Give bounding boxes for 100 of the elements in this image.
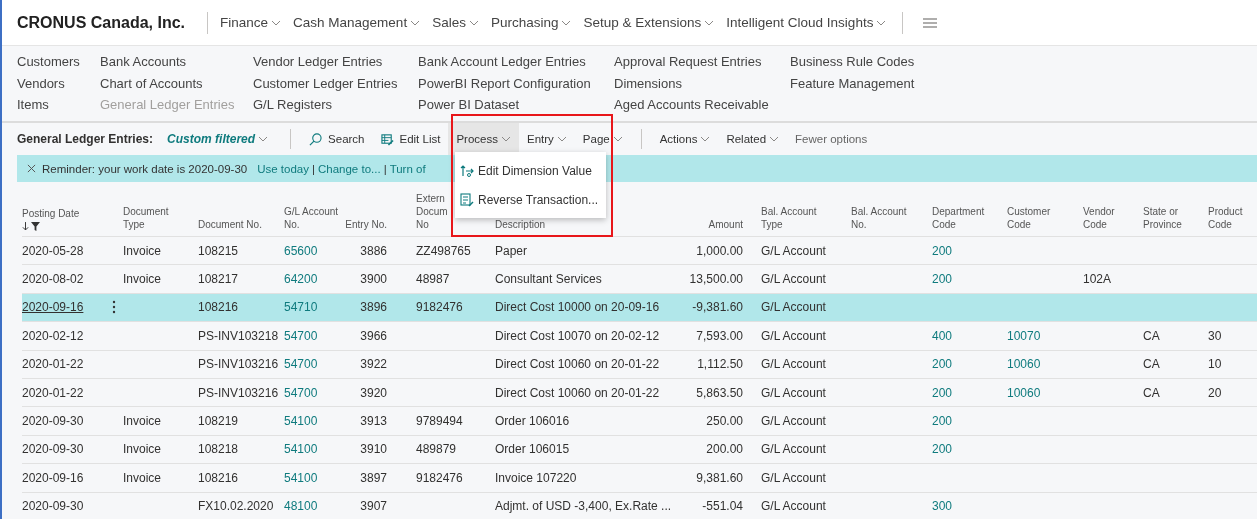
table-cell[interactable]: 54100 <box>284 414 318 429</box>
table-cell[interactable]: 2020-01-22 <box>22 357 84 372</box>
menu-button[interactable]: Actions <box>651 123 719 155</box>
menu-item[interactable]: Reverse Transaction... <box>455 185 606 214</box>
table-cell[interactable]: 2020-09-16 <box>22 300 84 315</box>
table-row[interactable]: 2020-09-30 FX10.02.2020 48100 3907 Adjmt. of USD -3,400, Ex.Rate ... -551.04 G/L Account 300 <box>22 492 1257 519</box>
table-cell[interactable]: 2020-05-28 <box>22 243 84 258</box>
menu-button[interactable]: Process <box>448 123 519 155</box>
column-header[interactable]: Vendor Code <box>1083 205 1143 231</box>
table-cell[interactable]: 54700 <box>284 328 318 343</box>
table-cell: 3886 <box>360 243 387 258</box>
column-header[interactable]: State or Province <box>1143 205 1208 231</box>
table-cell: 30 <box>1208 328 1222 343</box>
table-cell[interactable]: 54700 <box>284 385 318 400</box>
nav-link[interactable]: G/L Registers <box>253 94 418 116</box>
table-row[interactable]: 2020-01-22 PS-INV103216 54700 3922 Direct Cost 10060 on 20-01-22 1,112.50 G/L Account 200 10060 CA 10 <box>22 350 1257 379</box>
table-cell[interactable]: 2020-09-30 <box>22 499 84 514</box>
column-header[interactable]: Department Code <box>932 205 1007 231</box>
nav-link[interactable]: Chart of Accounts <box>100 72 253 94</box>
selected-row[interactable]: 2020-09-16 108216 54710 3896 9182476 Direct Cost 10000 on 20-09-16 -9,381.60 G/L Account <box>22 293 1257 323</box>
menu-button[interactable]: Related <box>718 123 788 155</box>
column-header[interactable]: G/L Account No. <box>284 205 344 231</box>
table-cell: 7,593.00 <box>696 328 743 343</box>
table-cell: G/L Account <box>761 414 826 429</box>
table-row[interactable]: 2020-09-30 Invoice 108219 54100 3913 9789494 Order 106016 250.00 G/L Account 200 <box>22 407 1257 436</box>
table-cell[interactable]: 2020-09-30 <box>22 442 84 457</box>
nav-link[interactable]: Items <box>17 94 100 116</box>
nav-link[interactable]: Bank Account Ledger Entries <box>418 51 614 73</box>
column-header[interactable]: Entry No. <box>345 218 387 231</box>
table-row[interactable]: 2020-09-16 Invoice 108216 54100 3897 9182476 Invoice 107220 9,381.60 G/L Account <box>22 464 1257 493</box>
table-cell: Consultant Services <box>495 272 602 287</box>
column-header[interactable]: Posting Date <box>22 207 100 220</box>
table-cell[interactable]: 2020-09-30 <box>22 414 84 429</box>
column-header[interactable]: Customer Code <box>1007 205 1083 231</box>
fewer-options-button[interactable]: Fewer options <box>787 123 876 155</box>
nav-link[interactable]: Dimensions <box>614 72 790 94</box>
table-cell[interactable]: 54100 <box>284 470 318 485</box>
table-row[interactable]: 2020-05-28 Invoice 108215 65600 3886 ZZ498765 Paper 1,000.00 G/L Account 200 <box>22 237 1257 266</box>
table-cell[interactable]: 200 <box>932 243 953 258</box>
nav-link[interactable]: Vendors <box>17 72 100 94</box>
nav-menu[interactable]: Cash Management <box>293 15 421 30</box>
nav-link[interactable]: Feature Management <box>790 72 915 94</box>
table-cell[interactable]: 65600 <box>284 243 318 258</box>
nav-link[interactable]: Aged Accounts Receivable <box>614 94 790 116</box>
column-header[interactable]: Description <box>495 218 660 231</box>
table-cell[interactable]: 200 <box>932 272 953 287</box>
table-cell[interactable]: 2020-02-12 <box>22 328 84 343</box>
nav-menu[interactable]: Purchasing <box>490 15 572 30</box>
table-cell[interactable]: 200 <box>932 414 953 429</box>
nav-link[interactable]: Bank Accounts <box>100 51 253 73</box>
table-cell[interactable]: 48100 <box>284 499 318 514</box>
table-cell[interactable]: 2020-01-22 <box>22 385 84 400</box>
column-header[interactable]: Bal. Account No. <box>851 205 932 231</box>
table-row[interactable]: 2020-01-22 PS-INV103216 54700 3920 Direct Cost 10060 on 20-01-22 5,863.50 G/L Account 200 10060 CA 20 <box>22 378 1257 408</box>
table-cell[interactable]: 200 <box>932 385 953 400</box>
table-cell[interactable]: 54710 <box>284 300 318 315</box>
nav-menu[interactable]: Finance <box>220 15 282 30</box>
toolbar-button[interactable]: Edit List <box>372 123 449 155</box>
column-header[interactable]: Amount <box>708 218 743 231</box>
nav-link[interactable]: Vendor Ledger Entries <box>253 51 418 73</box>
table-cell: CA <box>1143 357 1160 372</box>
column-header[interactable]: Document No. <box>198 218 284 231</box>
table-cell[interactable]: 54700 <box>284 357 318 372</box>
table-cell[interactable]: 64200 <box>284 272 318 287</box>
table-row[interactable]: 2020-02-12 PS-INV103218 54700 3966 Direct Cost 10070 on 20-02-12 7,593.00 G/L Account 400 10070 CA 30 <box>22 322 1257 351</box>
nav-link[interactable]: Business Rule Codes <box>790 51 915 73</box>
nav-link[interactable]: Approval Request Entries <box>614 51 790 73</box>
nav-menu[interactable]: Intelligent Cloud Insights <box>726 15 887 30</box>
table-cell[interactable]: 200 <box>932 357 953 372</box>
reminder-link[interactable]: Change to... <box>317 162 381 175</box>
table-cell: PS-INV103216 <box>198 385 279 400</box>
column-header[interactable]: Bal. Account Type <box>761 205 851 231</box>
nav-link[interactable]: Customers <box>17 51 100 73</box>
toolbar-button[interactable]: Search <box>301 123 373 155</box>
table-cell[interactable]: 2020-08-02 <box>22 272 84 287</box>
reminder-link[interactable]: Turn of <box>389 162 426 175</box>
column-header[interactable]: Document Type <box>123 205 198 231</box>
nav-menu[interactable]: Setup & Extensions <box>583 15 715 30</box>
table-row[interactable]: 2020-09-30 Invoice 108218 54100 3910 489879 Order 106015 200.00 G/L Account 200 <box>22 435 1257 465</box>
nav-link[interactable]: Customer Ledger Entries <box>253 72 418 94</box>
company-name[interactable]: CRONUS Canada, Inc. <box>17 13 186 32</box>
table-row[interactable]: 2020-08-02 Invoice 108217 64200 3900 48987 Consultant Services 13,500.00 G/L Account 200 102A <box>22 265 1257 294</box>
table-cell[interactable]: 400 <box>932 328 953 343</box>
menu-item[interactable]: Edit Dimension Value <box>455 156 606 185</box>
nav-menu[interactable]: Sales <box>432 15 479 30</box>
filter-dropdown[interactable]: Custom filtered <box>167 132 269 146</box>
nav-link[interactable]: Power BI Dataset <box>418 94 614 116</box>
table-cell[interactable]: 300 <box>932 499 953 514</box>
table-cell: 5,863.50 <box>696 385 743 400</box>
table-cell: -9,381.60 <box>692 300 743 315</box>
table-cell[interactable]: 10060 <box>1007 357 1041 372</box>
reminder-link[interactable]: Use today <box>257 162 309 175</box>
table-cell[interactable]: 10060 <box>1007 385 1041 400</box>
table-cell[interactable]: 200 <box>932 442 953 457</box>
table-cell[interactable]: 10070 <box>1007 328 1041 343</box>
nav-link[interactable]: PowerBI Report Configuration <box>418 72 614 94</box>
table-cell: Invoice <box>123 442 162 457</box>
table-cell[interactable]: 2020-09-16 <box>22 470 84 485</box>
column-header[interactable]: Product Code <box>1208 205 1257 231</box>
table-cell[interactable]: 54100 <box>284 442 318 457</box>
